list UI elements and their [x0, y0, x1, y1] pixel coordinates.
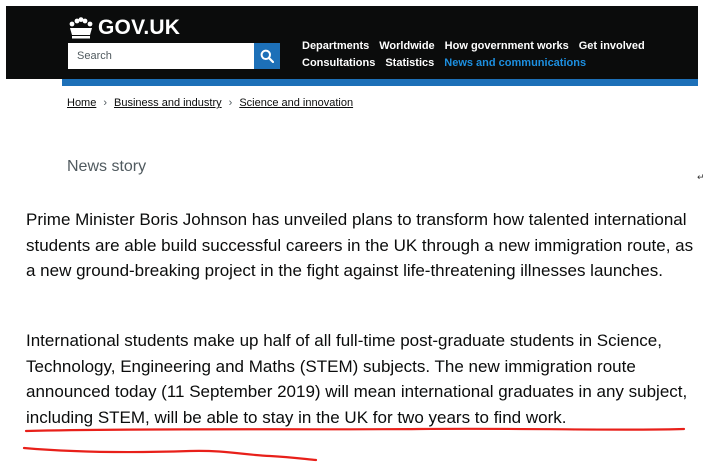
nav-link-worldwide[interactable]: Worldwide: [379, 40, 434, 53]
nav-link-consultations[interactable]: Consultations: [302, 57, 375, 70]
search-button[interactable]: [254, 43, 280, 69]
nav-link-departments[interactable]: Departments: [302, 40, 369, 53]
breadcrumb: Home › Business and industry › Science a…: [67, 97, 353, 109]
chevron-right-icon: ›: [228, 97, 233, 109]
govuk-logo[interactable]: GOV.UK: [68, 16, 180, 40]
breadcrumb-business-and-industry[interactable]: Business and industry: [114, 97, 222, 109]
nav-link-statistics[interactable]: Statistics: [385, 57, 434, 70]
chevron-right-icon: ›: [103, 97, 108, 109]
breadcrumb-home[interactable]: Home: [67, 97, 96, 109]
search-bar: [68, 43, 280, 69]
main-nav: Departments Worldwide How government wor…: [302, 40, 692, 70]
search-input[interactable]: [68, 43, 254, 69]
article-paragraph-1: Prime Minister Boris Johnson has unveile…: [26, 210, 694, 281]
return-mark-icon: ↵: [697, 172, 705, 182]
breadcrumb-science-and-innovation[interactable]: Science and innovation: [239, 97, 353, 109]
search-icon: [260, 49, 274, 63]
nav-link-get-involved[interactable]: Get involved: [579, 40, 645, 53]
nav-link-news-and-communications[interactable]: News and communications: [444, 57, 586, 70]
article-paragraph-2: International students make up half of a…: [26, 331, 688, 427]
nav-link-how-government-works[interactable]: How government works: [445, 40, 569, 53]
site-header: GOV.UK Departments Worldwide How governm…: [6, 6, 698, 79]
article-category: News story: [67, 158, 147, 175]
red-underline-2: [22, 446, 318, 462]
header-accent-bar: [62, 79, 698, 86]
logo-text: GOV.UK: [98, 16, 181, 39]
crown-icon: [69, 17, 93, 39]
